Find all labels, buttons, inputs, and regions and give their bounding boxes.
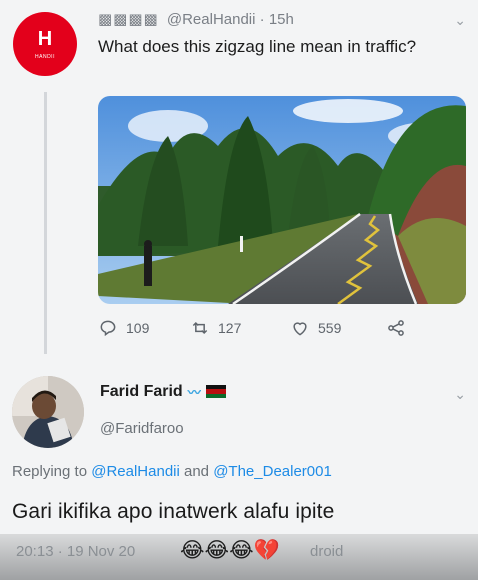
- avatar[interactable]: H HANDII: [13, 12, 77, 76]
- reply-text: Gari ikifika apo inatwerk alafu ipite: [12, 500, 335, 523]
- brand-logo-letter: H: [37, 28, 53, 50]
- share-button[interactable]: [386, 318, 406, 338]
- handle[interactable]: @Faridfaroo: [100, 420, 184, 437]
- reply-name-row: Farid Farid 〰: [100, 382, 226, 401]
- kenya-flag-icon: [205, 385, 226, 398]
- like-button[interactable]: 559: [290, 318, 341, 338]
- replying-prefix: Replying to: [12, 463, 88, 480]
- replying-to: Replying to @RealHandii and @The_Dealer0…: [12, 463, 332, 480]
- tweet-card[interactable]: H HANDII ▩▩▩▩ @RealHandii · 15h ⌄ What d…: [0, 0, 478, 355]
- thread-line: [44, 92, 47, 354]
- avatar[interactable]: [12, 376, 84, 448]
- client-label: droid: [310, 543, 344, 560]
- display-name[interactable]: Farid Farid: [100, 383, 183, 401]
- user-photo: [12, 376, 84, 448]
- like-icon: [293, 322, 307, 336]
- tweet-actions: 109 127 559: [98, 318, 458, 342]
- timestamp: · 15h: [259, 11, 294, 28]
- replying-and: and: [184, 463, 210, 480]
- chevron-down-icon[interactable]: ⌄: [454, 386, 466, 403]
- share-icon: [388, 320, 404, 336]
- tweet-meta: ▩▩▩▩ @RealHandii · 15h: [98, 10, 294, 28]
- retweet-count: 127: [218, 320, 242, 336]
- handle[interactable]: @RealHandii: [167, 11, 256, 28]
- display-name[interactable]: ▩▩▩▩: [98, 11, 159, 28]
- reply-count: 109: [126, 320, 150, 336]
- wave-icon: 〰: [187, 385, 201, 400]
- chevron-down-icon[interactable]: ⌄: [454, 12, 466, 29]
- timestamp: 20:13 · 19 Nov 20: [16, 543, 136, 560]
- like-count: 559: [318, 320, 342, 336]
- mention-link[interactable]: @The_Dealer001: [213, 463, 332, 480]
- brand-logo-text: HANDII: [35, 54, 55, 60]
- emoji-reaction: 😂😂😂💔: [180, 539, 280, 562]
- retweet-icon: [192, 321, 208, 335]
- road-photo: [98, 96, 466, 304]
- tweet-text: What does this zigzag line mean in traff…: [98, 37, 417, 56]
- retweet-button[interactable]: 127: [190, 318, 241, 338]
- reply-icon: [100, 320, 116, 337]
- mention-link[interactable]: @RealHandii: [91, 463, 180, 480]
- tweet-image[interactable]: [98, 96, 466, 304]
- reply-button[interactable]: 109: [98, 318, 149, 338]
